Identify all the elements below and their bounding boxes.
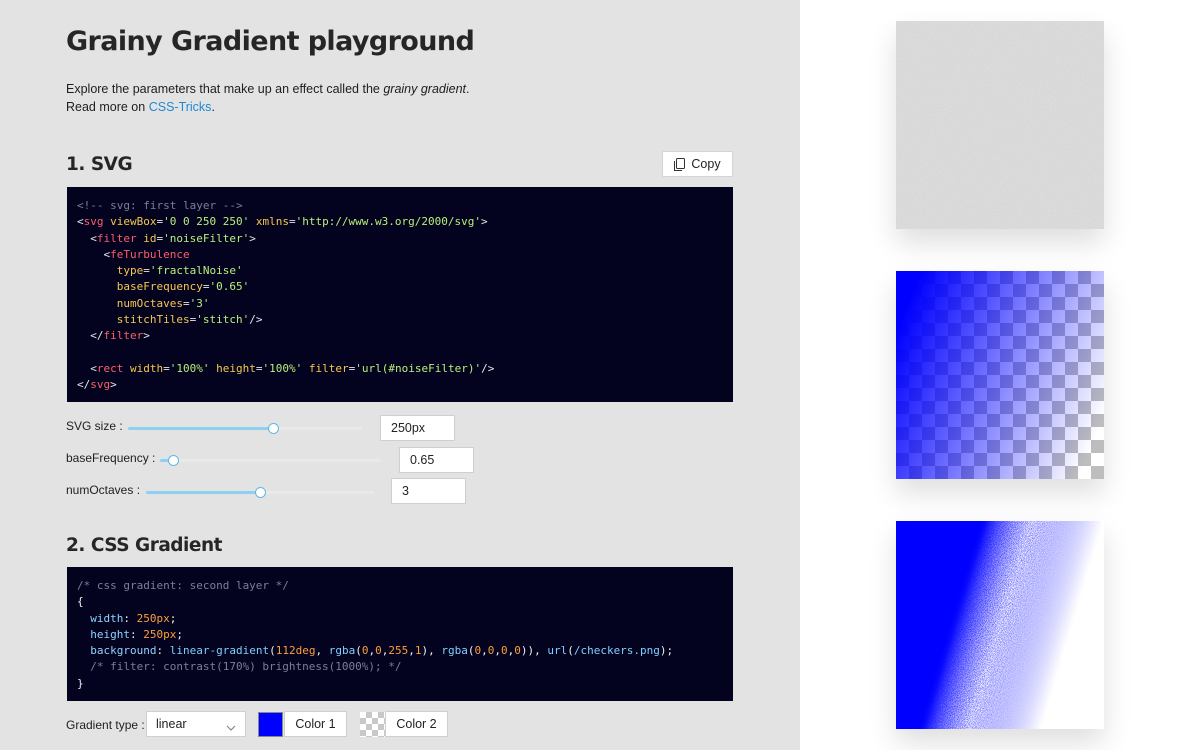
num-octaves-slider-thumb[interactable]: [255, 487, 266, 498]
intro-emphasis: grainy gradient: [383, 82, 467, 96]
css-code-line: width: 250px;: [90, 611, 177, 625]
num-octaves-slider-fill: [146, 491, 260, 494]
color-1-button[interactable]: Color 1: [284, 711, 347, 737]
css-code-line: background: linear-gradient(112deg, rgba…: [90, 644, 674, 658]
gradient-layer-preview: [896, 271, 1104, 479]
control-label-gradient-type: Gradient type :: [66, 718, 145, 732]
control-label-svg-size: SVG size :: [66, 419, 123, 433]
css-code-block[interactable]: /* css gradient: second layer */ { width:…: [67, 567, 733, 701]
css-code-line: height: 250px;: [90, 627, 183, 641]
css-code-line: /* css gradient: second layer */: [77, 579, 289, 592]
gradient-type-value: linear: [156, 717, 187, 731]
intro-paragraph: Explore the parameters that make up an e…: [66, 80, 706, 116]
svg-size-slider-fill: [128, 427, 274, 430]
svg-code-line: stitchTiles='stitch'/>: [116, 313, 263, 327]
section-title-css-gradient: 2. CSS Gradient: [66, 535, 222, 556]
svg-code-line: </svg>: [77, 378, 117, 392]
svg-size-slider-thumb[interactable]: [268, 423, 280, 434]
section-title-svg: 1. SVG: [66, 154, 133, 175]
svg-size-input[interactable]: [380, 415, 455, 441]
num-octaves-slider[interactable]: [146, 487, 374, 498]
base-frequency-slider[interactable]: [160, 455, 381, 466]
color-2-swatch[interactable]: [360, 712, 385, 737]
gradient-type-select[interactable]: linear: [146, 711, 246, 737]
copy-button-label: Copy: [691, 157, 721, 171]
num-octaves-input[interactable]: [391, 478, 466, 504]
controls-panel: Grainy Gradient playground Explore the p…: [0, 0, 800, 750]
svg-code-line: baseFrequency='0.65': [116, 280, 250, 294]
color-1-swatch[interactable]: [258, 712, 283, 737]
intro-text: Explore the parameters that make up an e…: [66, 82, 380, 96]
svg-code-line: <svg viewBox='0 0 250 250' xmlns='http:/…: [77, 215, 488, 229]
svg-code-line: <rect width='100%' height='100%' filter=…: [90, 361, 495, 375]
svg-code-line: <feTurbulence: [103, 247, 190, 261]
svg-code-line: numOctaves='3': [116, 296, 210, 310]
svg-code-line: <!-- svg: first layer -->: [77, 199, 243, 212]
chevron-down-icon: [226, 721, 236, 735]
clipboard-icon: [674, 157, 686, 171]
noise-layer-preview: [896, 21, 1104, 229]
svg-code-line: </filter>: [90, 329, 150, 343]
copy-button[interactable]: Copy: [662, 151, 733, 177]
base-frequency-input[interactable]: [399, 447, 474, 473]
svg-code-line: <filter id='noiseFilter'>: [90, 231, 256, 245]
page-title: Grainy Gradient playground: [66, 26, 475, 57]
intro-read-more: Read more on: [66, 100, 146, 114]
svg-size-slider[interactable]: [128, 423, 362, 434]
css-code-line: }: [77, 676, 84, 690]
css-tricks-link[interactable]: CSS-Tricks: [149, 100, 212, 114]
grainy-gradient-preview: [896, 521, 1104, 729]
css-code-line: {: [77, 595, 84, 609]
intro-period: .: [466, 82, 470, 96]
control-label-base-frequency: baseFrequency :: [66, 451, 156, 465]
svg-code-line: [77, 345, 723, 361]
color-2-button[interactable]: Color 2: [385, 711, 448, 737]
control-label-num-octaves: numOctaves :: [66, 483, 141, 497]
css-code-line: /* filter: contrast(170%) brightness(100…: [90, 660, 402, 674]
intro-link-end: .: [211, 100, 215, 114]
svg-code-block[interactable]: <!-- svg: first layer --> <svg viewBox='0…: [67, 187, 733, 402]
svg-code-line: type='fractalNoise': [116, 264, 243, 278]
base-frequency-slider-thumb[interactable]: [168, 455, 180, 466]
